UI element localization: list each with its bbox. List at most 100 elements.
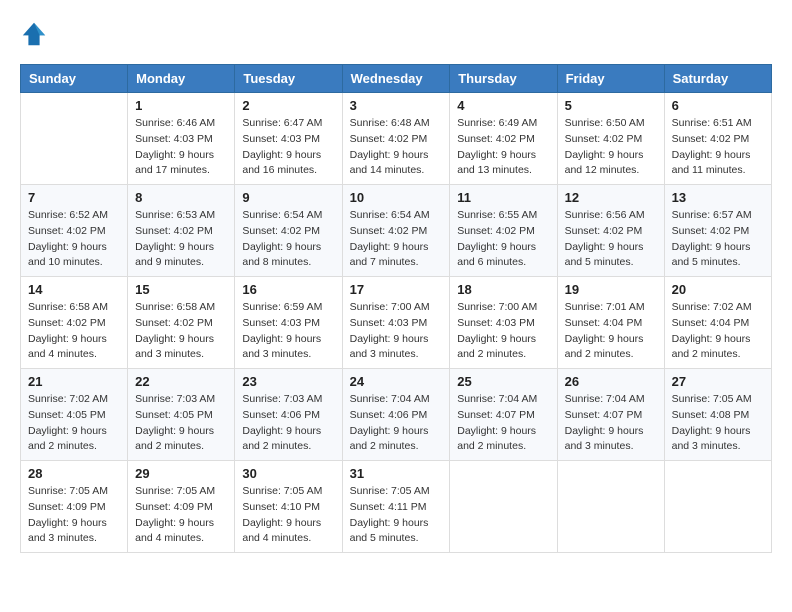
day-number: 13 xyxy=(672,190,764,205)
day-number: 8 xyxy=(135,190,227,205)
day-number: 30 xyxy=(242,466,334,481)
day-number: 31 xyxy=(350,466,443,481)
day-info: Sunrise: 7:00 AMSunset: 4:03 PMDaylight:… xyxy=(457,300,549,363)
day-cell-4: 4 Sunrise: 6:49 AMSunset: 4:02 PMDaylight… xyxy=(450,93,557,185)
day-cell-23: 23Sunrise: 7:03 AMSunset: 4:06 PMDayligh… xyxy=(235,369,342,461)
day-number: 4 xyxy=(457,98,549,113)
day-info: Sunrise: 6:46 AMSunset: 4:03 PMDaylight:… xyxy=(135,116,227,179)
day-number: 11 xyxy=(457,190,549,205)
day-info: Sunrise: 6:54 AMSunset: 4:02 PMDaylight:… xyxy=(350,208,443,271)
calendar: SundayMondayTuesdayWednesdayThursdayFrid… xyxy=(20,64,772,553)
day-cell-26: 26Sunrise: 7:04 AMSunset: 4:07 PMDayligh… xyxy=(557,369,664,461)
day-cell-20: 20 Sunrise: 7:02 AMSunset: 4:04 PMDayligh… xyxy=(664,277,771,369)
day-info: Sunrise: 6:58 AMSunset: 4:02 PMDaylight:… xyxy=(135,300,227,363)
day-info: Sunrise: 6:53 AMSunset: 4:02 PMDaylight:… xyxy=(135,208,227,271)
day-cell-25: 25 Sunrise: 7:04 AMSunset: 4:07 PMDayligh… xyxy=(450,369,557,461)
day-number: 9 xyxy=(242,190,334,205)
weekday-header-saturday: Saturday xyxy=(664,65,771,93)
day-info: Sunrise: 6:54 AMSunset: 4:02 PMDaylight:… xyxy=(242,208,334,271)
logo-icon xyxy=(20,20,48,48)
page-header xyxy=(20,20,772,48)
day-info: Sunrise: 6:57 AMSunset: 4:02 PMDaylight:… xyxy=(672,208,764,271)
day-number: 21 xyxy=(28,374,120,389)
week-row-5: 28 Sunrise: 7:05 AMSunset: 4:09 PMDayligh… xyxy=(21,461,772,553)
day-info: Sunrise: 7:03 AMSunset: 4:06 PMDaylight:… xyxy=(242,392,334,455)
day-number: 14 xyxy=(28,282,120,297)
day-cell-5: 5 Sunrise: 6:50 AMSunset: 4:02 PMDaylight… xyxy=(557,93,664,185)
day-number: 22 xyxy=(135,374,227,389)
day-info: Sunrise: 7:05 AMSunset: 4:09 PMDaylight:… xyxy=(28,484,120,547)
day-info: Sunrise: 6:59 AMSunset: 4:03 PMDaylight:… xyxy=(242,300,334,363)
day-number: 29 xyxy=(135,466,227,481)
day-cell-30: 30 Sunrise: 7:05 AMSunset: 4:10 PMDayligh… xyxy=(235,461,342,553)
day-info: Sunrise: 7:02 AMSunset: 4:04 PMDaylight:… xyxy=(672,300,764,363)
day-info: Sunrise: 6:49 AMSunset: 4:02 PMDaylight:… xyxy=(457,116,549,179)
day-number: 2 xyxy=(242,98,334,113)
day-cell-24: 24 Sunrise: 7:04 AMSunset: 4:06 PMDayligh… xyxy=(342,369,450,461)
weekday-header-friday: Friday xyxy=(557,65,664,93)
day-cell-16: 16 Sunrise: 6:59 AMSunset: 4:03 PMDayligh… xyxy=(235,277,342,369)
day-info: Sunrise: 6:47 AMSunset: 4:03 PMDaylight:… xyxy=(242,116,334,179)
empty-cell xyxy=(557,461,664,553)
day-info: Sunrise: 7:03 AMSunset: 4:05 PMDaylight:… xyxy=(135,392,227,455)
day-info: Sunrise: 7:05 AMSunset: 4:10 PMDaylight:… xyxy=(242,484,334,547)
day-number: 25 xyxy=(457,374,549,389)
day-cell-14: 14Sunrise: 6:58 AMSunset: 4:02 PMDayligh… xyxy=(21,277,128,369)
day-cell-19: 19Sunrise: 7:01 AMSunset: 4:04 PMDayligh… xyxy=(557,277,664,369)
day-number: 27 xyxy=(672,374,764,389)
day-cell-12: 12 Sunrise: 6:56 AMSunset: 4:02 PMDayligh… xyxy=(557,185,664,277)
day-number: 15 xyxy=(135,282,227,297)
day-cell-29: 29 Sunrise: 7:05 AMSunset: 4:09 PMDayligh… xyxy=(128,461,235,553)
logo xyxy=(20,20,52,48)
day-info: Sunrise: 6:56 AMSunset: 4:02 PMDaylight:… xyxy=(565,208,657,271)
day-info: Sunrise: 7:05 AMSunset: 4:09 PMDaylight:… xyxy=(135,484,227,547)
day-info: Sunrise: 6:48 AMSunset: 4:02 PMDaylight:… xyxy=(350,116,443,179)
week-row-1: 1 Sunrise: 6:46 AMSunset: 4:03 PMDaylight… xyxy=(21,93,772,185)
day-number: 10 xyxy=(350,190,443,205)
day-number: 17 xyxy=(350,282,443,297)
day-cell-31: 31 Sunrise: 7:05 AMSunset: 4:11 PMDayligh… xyxy=(342,461,450,553)
day-info: Sunrise: 7:05 AMSunset: 4:11 PMDaylight:… xyxy=(350,484,443,547)
week-row-3: 14 Sunrise: 6:58 AMSunset: 4:02 PMDayligh… xyxy=(21,277,772,369)
day-info: Sunrise: 6:52 AMSunset: 4:02 PMDaylight:… xyxy=(28,208,120,271)
week-row-4: 21 Sunrise: 7:02 AMSunset: 4:05 PMDayligh… xyxy=(21,369,772,461)
day-cell-22: 22 Sunrise: 7:03 AMSunset: 4:05 PMDayligh… xyxy=(128,369,235,461)
weekday-header-row: SundayMondayTuesdayWednesdayThursdayFrid… xyxy=(21,65,772,93)
day-info: Sunrise: 7:02 AMSunset: 4:05 PMDaylight:… xyxy=(28,392,120,455)
week-row-2: 7 Sunrise: 6:52 AMSunset: 4:02 PMDaylight… xyxy=(21,185,772,277)
day-number: 1 xyxy=(135,98,227,113)
day-info: Sunrise: 7:05 AMSunset: 4:08 PMDaylight:… xyxy=(672,392,764,455)
day-cell-6: 6Sunrise: 6:51 AMSunset: 4:02 PMDaylight… xyxy=(664,93,771,185)
weekday-header-monday: Monday xyxy=(128,65,235,93)
day-cell-1: 1 Sunrise: 6:46 AMSunset: 4:03 PMDaylight… xyxy=(128,93,235,185)
day-info: Sunrise: 7:00 AMSunset: 4:03 PMDaylight:… xyxy=(350,300,443,363)
day-number: 12 xyxy=(565,190,657,205)
day-number: 6 xyxy=(672,98,764,113)
day-cell-28: 28 Sunrise: 7:05 AMSunset: 4:09 PMDayligh… xyxy=(21,461,128,553)
day-cell-8: 8 Sunrise: 6:53 AMSunset: 4:02 PMDaylight… xyxy=(128,185,235,277)
day-cell-13: 13 Sunrise: 6:57 AMSunset: 4:02 PMDayligh… xyxy=(664,185,771,277)
day-cell-27: 27 Sunrise: 7:05 AMSunset: 4:08 PMDayligh… xyxy=(664,369,771,461)
day-cell-21: 21 Sunrise: 7:02 AMSunset: 4:05 PMDayligh… xyxy=(21,369,128,461)
day-cell-7: 7 Sunrise: 6:52 AMSunset: 4:02 PMDaylight… xyxy=(21,185,128,277)
day-cell-15: 15 Sunrise: 6:58 AMSunset: 4:02 PMDayligh… xyxy=(128,277,235,369)
day-cell-10: 10 Sunrise: 6:54 AMSunset: 4:02 PMDayligh… xyxy=(342,185,450,277)
weekday-header-sunday: Sunday xyxy=(21,65,128,93)
weekday-header-thursday: Thursday xyxy=(450,65,557,93)
day-cell-17: 17 Sunrise: 7:00 AMSunset: 4:03 PMDayligh… xyxy=(342,277,450,369)
day-info: Sunrise: 7:04 AMSunset: 4:06 PMDaylight:… xyxy=(350,392,443,455)
day-number: 3 xyxy=(350,98,443,113)
empty-cell xyxy=(21,93,128,185)
day-number: 28 xyxy=(28,466,120,481)
day-info: Sunrise: 6:50 AMSunset: 4:02 PMDaylight:… xyxy=(565,116,657,179)
day-number: 20 xyxy=(672,282,764,297)
day-cell-9: 9 Sunrise: 6:54 AMSunset: 4:02 PMDaylight… xyxy=(235,185,342,277)
day-number: 24 xyxy=(350,374,443,389)
day-info: Sunrise: 7:04 AMSunset: 4:07 PMDaylight:… xyxy=(457,392,549,455)
day-cell-18: 18Sunrise: 7:00 AMSunset: 4:03 PMDayligh… xyxy=(450,277,557,369)
day-cell-11: 11Sunrise: 6:55 AMSunset: 4:02 PMDayligh… xyxy=(450,185,557,277)
day-number: 7 xyxy=(28,190,120,205)
day-number: 5 xyxy=(565,98,657,113)
day-number: 16 xyxy=(242,282,334,297)
day-number: 26 xyxy=(565,374,657,389)
